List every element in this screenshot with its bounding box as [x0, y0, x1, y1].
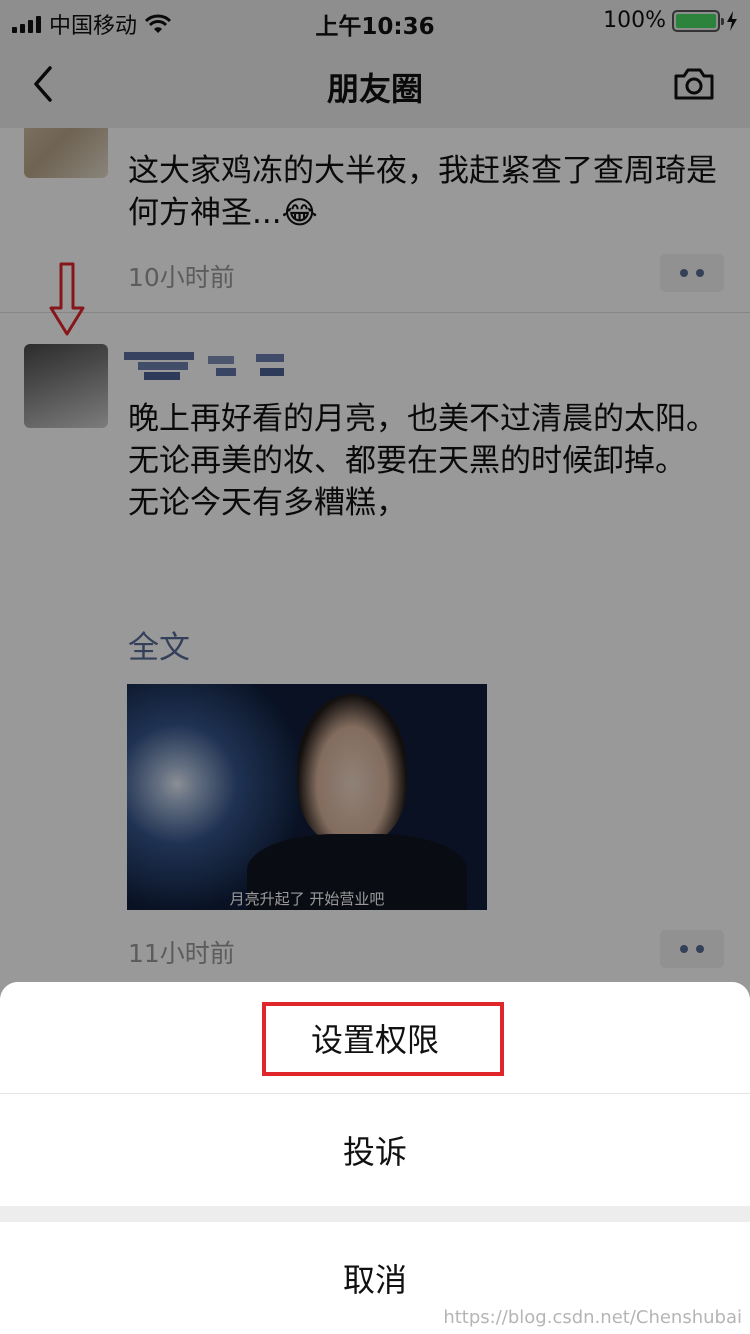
watermark: https://blog.csdn.net/Chenshubai	[443, 1307, 742, 1328]
portrait-figure	[297, 694, 407, 844]
image-caption: 月亮升起了 开始营业吧	[229, 890, 385, 908]
report-button[interactable]: 投诉	[0, 1094, 750, 1206]
avatar[interactable]	[24, 128, 108, 178]
more-button[interactable]	[660, 930, 724, 968]
full-text-link[interactable]: 全文	[128, 622, 190, 667]
post-time: 11小时前	[128, 939, 235, 968]
post-text: 晚上再好看的月亮，也美不过清晨的太阳。 无论再美的妆、都要在天黑的时候卸掉。 无…	[128, 398, 720, 524]
charging-icon	[727, 10, 737, 31]
navigation-bar: 朋友圈	[0, 40, 750, 128]
post-line: 晚上再好看的月亮，也美不过清晨的太阳。	[128, 401, 717, 437]
post-text: 这大家鸡冻的大半夜，我赶紧查了查周琦是何方神圣...😂	[128, 153, 717, 231]
post-line: 无论今天有多糟糕，	[128, 485, 407, 521]
avatar[interactable]	[24, 344, 108, 428]
camera-icon[interactable]	[672, 66, 716, 102]
battery-icon	[672, 9, 724, 32]
status-bar: 中国移动 上午10:36 100%	[0, 0, 750, 40]
battery-percent: 100%	[603, 8, 666, 33]
post-divider	[0, 312, 750, 313]
red-down-arrow-icon	[49, 262, 85, 336]
action-sheet: 设置权限 投诉 取消	[0, 982, 750, 1334]
post-image[interactable]: 月亮升起了 开始营业吧	[127, 684, 487, 910]
blurred-username[interactable]	[124, 348, 288, 384]
page-title: 朋友圈	[326, 70, 423, 108]
highlight-box	[262, 1002, 504, 1076]
more-button[interactable]	[660, 254, 724, 292]
post-time: 10小时前	[128, 263, 235, 292]
post-line: 无论再美的妆、都要在天黑的时候卸掉。	[128, 443, 686, 479]
